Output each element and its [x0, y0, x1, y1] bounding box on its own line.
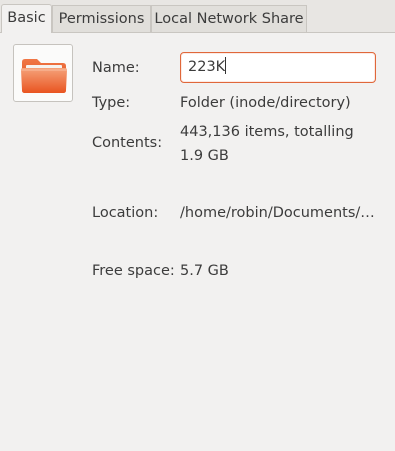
tab-local-network-share[interactable]: Local Network Share [151, 5, 307, 32]
tab-bar-divider [0, 32, 395, 33]
free-space-label: Free space: [92, 263, 175, 279]
tab-basic[interactable]: Basic [1, 4, 52, 33]
name-input-text: 223K [188, 59, 226, 75]
location-value: /home/robin/Documents/… [180, 205, 375, 221]
type-label: Type: [92, 95, 131, 111]
contents-label: Contents: [92, 135, 163, 151]
folder-icon [21, 59, 67, 93]
tab-permissions[interactable]: Permissions [52, 5, 151, 32]
text-caret [225, 57, 227, 74]
name-input[interactable]: 223K [180, 52, 376, 83]
type-value: Folder (inode/directory) [180, 95, 351, 111]
location-label: Location: [92, 205, 159, 221]
folder-icon-button[interactable] [13, 44, 73, 102]
name-label: Name: [92, 60, 140, 76]
free-space-value: 5.7 GB [180, 263, 229, 279]
contents-value: 443,136 items, totalling 1.9 GB [180, 124, 354, 164]
